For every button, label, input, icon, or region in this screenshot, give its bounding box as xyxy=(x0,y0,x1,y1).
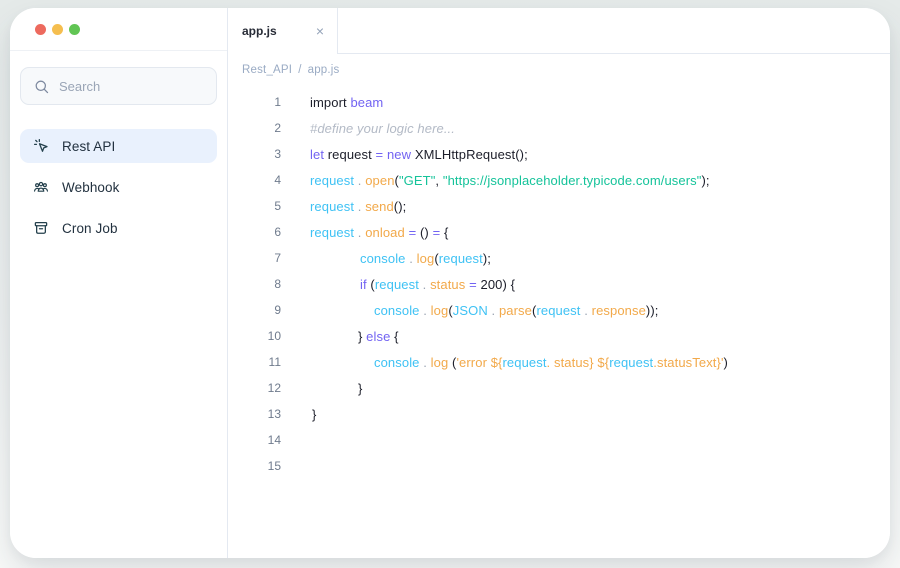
window-titlebar xyxy=(10,8,227,51)
breadcrumb-separator: / xyxy=(298,64,301,76)
line-number: 4 xyxy=(228,173,281,187)
line-number: 3 xyxy=(228,147,281,161)
code-line-3[interactable]: 3 let request = new XMLHttpRequest(); xyxy=(228,141,890,167)
code-text: } xyxy=(310,407,316,422)
tab-bar: app.js × xyxy=(228,8,890,54)
code-line-7[interactable]: 7 console . log(request); xyxy=(228,245,890,271)
code-line-2[interactable]: 2 #define your logic here... xyxy=(228,115,890,141)
editor-panel: app.js × Rest_API / app.js 1 import beam 2… xyxy=(228,8,890,558)
code-line-8[interactable]: 8 if (request . status = 200) { xyxy=(228,271,890,297)
sidebar: Rest API Webhook Cron Job xyxy=(10,8,228,558)
code-text: console . log ('error ${request. status}… xyxy=(310,355,728,370)
app-window: Rest API Webhook Cron Job app.js × Rest_AP… xyxy=(10,8,890,558)
cursor-click-icon xyxy=(32,137,50,155)
line-number: 1 xyxy=(228,95,281,109)
zoom-traffic-light[interactable] xyxy=(69,24,80,35)
code-line-11[interactable]: 11 console . log ('error ${request. statu… xyxy=(228,349,890,375)
line-number: 5 xyxy=(228,199,281,213)
code-editor[interactable]: 1 import beam 2 #define your logic here... 3… xyxy=(228,89,890,479)
line-number: 15 xyxy=(228,459,281,473)
code-text: } else { xyxy=(310,329,399,344)
tab-app-js[interactable]: app.js × xyxy=(228,8,338,54)
code-text: } xyxy=(310,381,362,396)
line-number: 13 xyxy=(228,407,281,421)
code-line-4[interactable]: 4 request . open("GET", "https://jsonplac… xyxy=(228,167,890,193)
code-line-15[interactable]: 15 xyxy=(228,453,890,479)
close-traffic-light[interactable] xyxy=(35,24,46,35)
sidebar-item-label: Rest API xyxy=(62,139,115,154)
code-text: request . open("GET", "https://jsonplace… xyxy=(310,173,710,188)
code-line-1[interactable]: 1 import beam xyxy=(228,89,890,115)
code-text: #define your logic here... xyxy=(310,121,455,136)
line-number: 8 xyxy=(228,277,281,291)
line-number: 14 xyxy=(228,433,281,447)
code-text: console . log(JSON . parse(request . res… xyxy=(310,303,659,318)
code-line-9[interactable]: 9 console . log(JSON . parse(request . re… xyxy=(228,297,890,323)
code-text: let request = new XMLHttpRequest(); xyxy=(310,147,528,162)
code-line-12[interactable]: 12} xyxy=(228,375,890,401)
code-text: if (request . status = 200) { xyxy=(310,277,515,292)
search-input[interactable] xyxy=(59,79,204,94)
breadcrumb-folder[interactable]: Rest_API xyxy=(242,64,292,76)
line-number: 11 xyxy=(228,355,281,369)
line-number: 9 xyxy=(228,303,281,317)
tab-label: app.js xyxy=(242,24,277,38)
sidebar-item-label: Cron Job xyxy=(62,221,118,236)
code-text: console . log(request); xyxy=(310,251,491,266)
archive-box-icon xyxy=(32,219,50,237)
sidebar-item-label: Webhook xyxy=(62,180,120,195)
code-line-6[interactable]: 6 request . onload = () = { xyxy=(228,219,890,245)
search-icon xyxy=(33,78,50,95)
line-number: 10 xyxy=(228,329,281,343)
minimize-traffic-light[interactable] xyxy=(52,24,63,35)
users-group-icon xyxy=(32,178,50,196)
breadcrumb: Rest_API / app.js xyxy=(228,54,890,76)
sidebar-item-cron-job[interactable]: Cron Job xyxy=(20,211,217,245)
code-line-13[interactable]: 13} xyxy=(228,401,890,427)
code-line-14[interactable]: 14 xyxy=(228,427,890,453)
code-text: request . send(); xyxy=(310,199,406,214)
code-line-5[interactable]: 5 request . send(); xyxy=(228,193,890,219)
line-number: 6 xyxy=(228,225,281,239)
sidebar-item-webhook[interactable]: Webhook xyxy=(20,170,217,204)
breadcrumb-file[interactable]: app.js xyxy=(308,64,340,76)
line-number: 7 xyxy=(228,251,281,265)
close-icon[interactable]: × xyxy=(316,24,324,38)
code-text: request . onload = () = { xyxy=(310,225,448,240)
search-box[interactable] xyxy=(20,67,217,105)
sidebar-items: Rest API Webhook Cron Job xyxy=(20,129,217,245)
line-number: 12 xyxy=(228,381,281,395)
code-text: import beam xyxy=(310,95,383,110)
line-number: 2 xyxy=(228,121,281,135)
sidebar-item-rest-api[interactable]: Rest API xyxy=(20,129,217,163)
code-line-10[interactable]: 10 } else { xyxy=(228,323,890,349)
